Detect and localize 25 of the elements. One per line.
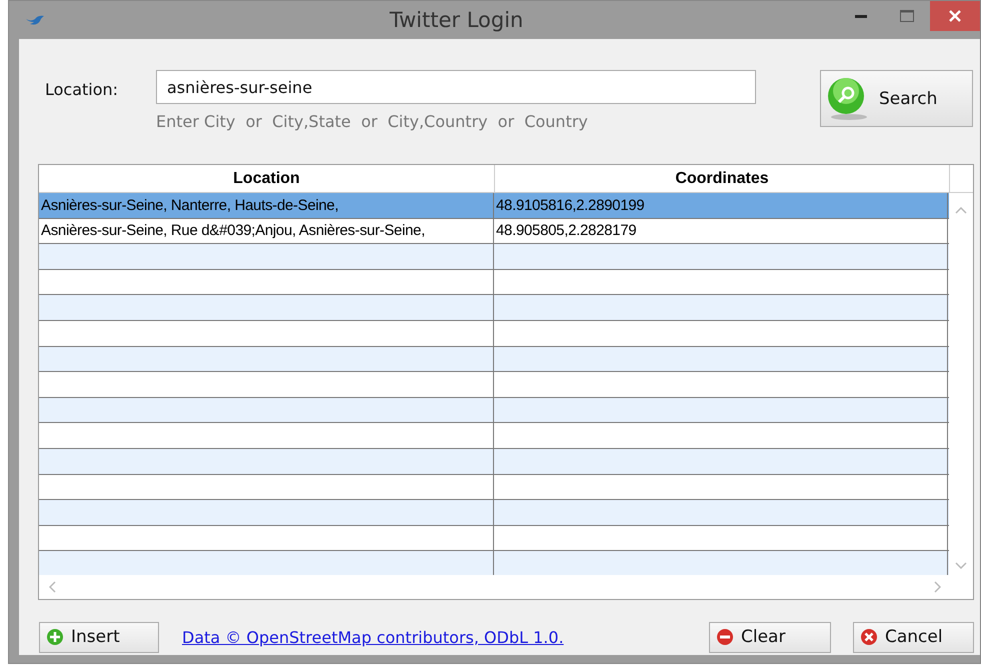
plus-icon: [45, 627, 65, 647]
insert-button[interactable]: Insert: [39, 622, 159, 652]
scroll-up-icon[interactable]: [955, 207, 967, 214]
attribution-link[interactable]: Data © OpenStreetMap contributors, ODbL 1.0.: [182, 628, 564, 646]
minus-icon: [715, 627, 735, 647]
column-header[interactable]: Coordinates: [495, 165, 950, 192]
maximize-icon: [900, 10, 914, 22]
location-label: Location:: [45, 80, 120, 101]
scroll-left-icon[interactable]: [49, 581, 56, 593]
close-icon: [949, 10, 961, 22]
location-field[interactable]: asnières-sur-seine: [156, 70, 756, 104]
minimize-icon: [855, 14, 867, 18]
location-hint: Enter City or City,State or City,Country or Country: [156, 112, 589, 131]
cancel-icon: [859, 627, 879, 647]
cancel-button[interactable]: Cancel: [853, 622, 974, 652]
search-icon: [827, 76, 869, 120]
search-button[interactable]: Search: [820, 70, 973, 127]
clear-button[interactable]: Clear: [709, 622, 831, 652]
window-title: Twitter Login: [388, 8, 524, 32]
scroll-right-icon[interactable]: [934, 581, 941, 593]
bird-icon: [25, 13, 45, 27]
column-header[interactable]: Location: [39, 165, 495, 192]
close-button[interactable]: [930, 1, 980, 31]
scroll-down-icon[interactable]: [955, 562, 967, 569]
table-row[interactable]: Asnières-sur-Seine, Nanterre, Hauts-de-Seine, 48.9105816,2.2890199: [39, 193, 949, 219]
